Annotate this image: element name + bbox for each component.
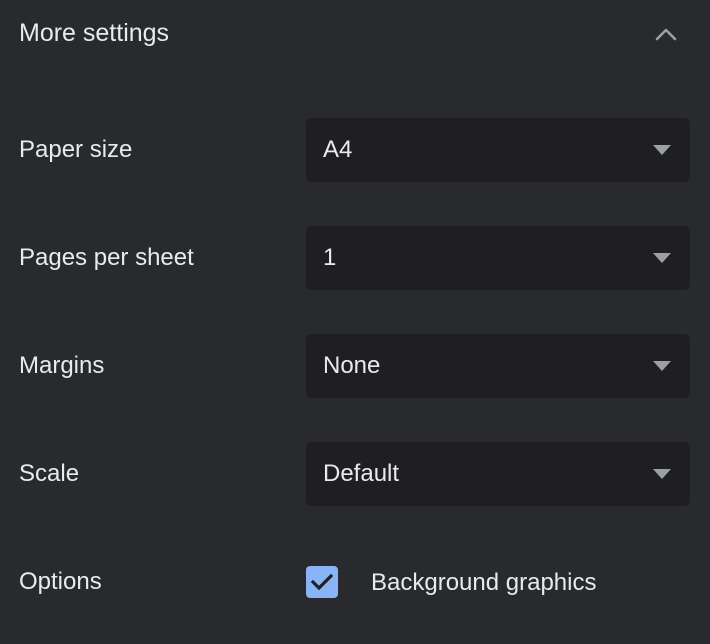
pages-per-sheet-row: Pages per sheet 1: [0, 226, 710, 290]
scale-row: Scale Default: [0, 442, 710, 506]
scale-label: Scale: [19, 460, 80, 487]
paper-size-select[interactable]: A4: [306, 118, 690, 182]
options-row: Options: [0, 550, 710, 614]
paper-size-label: Paper size: [19, 136, 133, 163]
dropdown-arrow-icon: [653, 145, 671, 155]
more-settings-panel: More settings Paper size A4 Pages per sh…: [0, 0, 710, 644]
margins-select[interactable]: None: [306, 334, 690, 398]
margins-row: Margins None: [0, 334, 710, 398]
paper-size-row: Paper size A4: [0, 118, 710, 182]
pages-per-sheet-value: 1: [323, 244, 337, 271]
pages-per-sheet-label: Pages per sheet: [19, 244, 194, 271]
dropdown-arrow-icon: [653, 253, 671, 263]
checkmark-icon: [311, 573, 333, 591]
margins-label: Margins: [19, 352, 105, 379]
paper-size-value: A4: [323, 136, 353, 163]
background-graphics-checkbox[interactable]: [306, 566, 338, 598]
section-title: More settings: [19, 19, 170, 47]
scale-value: Default: [323, 460, 400, 487]
pages-per-sheet-select[interactable]: 1: [306, 226, 690, 290]
scale-select[interactable]: Default: [306, 442, 690, 506]
dropdown-arrow-icon: [653, 361, 671, 371]
collapse-button[interactable]: [648, 16, 684, 52]
options-label: Options: [19, 568, 102, 595]
margins-value: None: [323, 352, 381, 379]
background-graphics-label[interactable]: Background graphics: [371, 568, 596, 598]
dropdown-arrow-icon: [653, 469, 671, 479]
chevron-up-icon: [655, 28, 677, 41]
more-settings-header[interactable]: More settings: [0, 0, 710, 66]
